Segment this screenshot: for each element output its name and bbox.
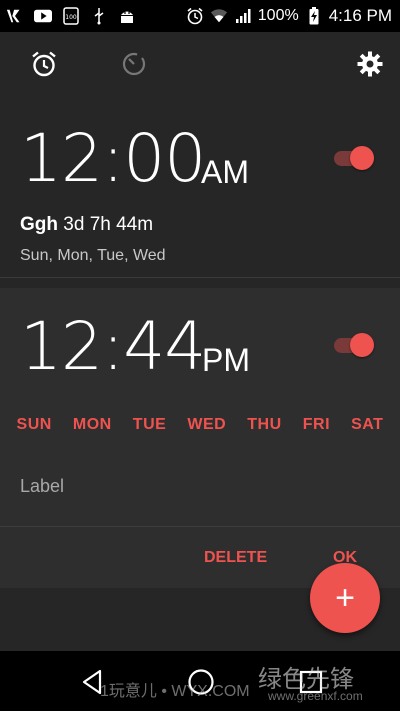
weekday-fri[interactable]: FRI: [303, 416, 330, 440]
alarm-toggle[interactable]: [332, 144, 376, 172]
clock-app-screen: 100 100% 4:16 PM 12:00 AM Ggh 3d 7h 44m …: [0, 0, 400, 711]
android-debug-icon: [118, 7, 136, 25]
alarm-card[interactable]: 12:00 AM Ggh 3d 7h 44m Sun, Mon, Tue, We…: [0, 102, 400, 278]
settings-button[interactable]: [354, 50, 386, 82]
signal-icon: [234, 7, 252, 25]
alarm-card-expanded: 12:44 PM SUN MON TUE WED THU FRI SAT Lab…: [0, 288, 400, 588]
carrier-logo-icon: [6, 7, 24, 25]
svg-text:100: 100: [65, 14, 77, 21]
weekday-tue[interactable]: TUE: [133, 416, 167, 440]
alarm-toggle[interactable]: [332, 331, 376, 359]
weekday-wed[interactable]: WED: [187, 416, 226, 440]
status-bar: 100 100% 4:16 PM: [0, 0, 400, 32]
alarm-countdown: 3d 7h 44m: [63, 214, 154, 235]
weekday-sat[interactable]: SAT: [351, 416, 383, 440]
app-toolbar: [0, 32, 400, 102]
watermark-right-sub: www.greenxf.com: [268, 689, 363, 703]
status-time: 4:16 PM: [328, 6, 392, 25]
weekday-mon[interactable]: MON: [73, 416, 112, 440]
alarm-tab[interactable]: [28, 50, 60, 82]
weekday-selector: SUN MON TUE WED THU FRI SAT: [0, 416, 400, 440]
alarm-repeat-days: Sun, Mon, Tue, Wed: [20, 247, 166, 264]
battery-charging-icon: [305, 7, 323, 25]
alarm-label-field[interactable]: Label: [20, 476, 64, 497]
battery-percent: 100%: [257, 7, 299, 24]
delete-button[interactable]: DELETE: [204, 549, 267, 567]
alarm-time[interactable]: 12:00: [20, 120, 206, 197]
watermark-left: 1玩意儿 • WYX.COM: [100, 683, 250, 700]
alarm-status-icon: [186, 7, 204, 25]
toggle-thumb: [350, 333, 374, 357]
weekday-sun[interactable]: SUN: [17, 416, 52, 440]
timer-tab[interactable]: [118, 50, 150, 82]
add-alarm-button[interactable]: +: [310, 563, 380, 633]
alarm-clock-icon: [30, 50, 58, 83]
youtube-icon: [34, 7, 52, 25]
navigation-bar: 1玩意儿 • WYX.COM 绿色先锋 www.greenxf.com: [0, 651, 400, 711]
wifi-icon: [210, 7, 228, 25]
weekday-thu[interactable]: THU: [247, 416, 281, 440]
alarm-label-line: Ggh 3d 7h 44m: [20, 214, 153, 236]
alarm-label: Ggh: [20, 214, 58, 235]
gear-icon: [356, 50, 384, 83]
divider: [0, 526, 400, 527]
plus-icon: +: [335, 578, 355, 617]
usb-icon: [90, 7, 108, 25]
alarm-ampm: PM: [202, 342, 250, 378]
timer-icon: [120, 50, 148, 83]
alarm-time[interactable]: 12:44: [20, 308, 206, 385]
app-100-icon: 100: [62, 7, 80, 25]
alarm-ampm: AM: [201, 154, 249, 190]
toggle-thumb: [350, 146, 374, 170]
